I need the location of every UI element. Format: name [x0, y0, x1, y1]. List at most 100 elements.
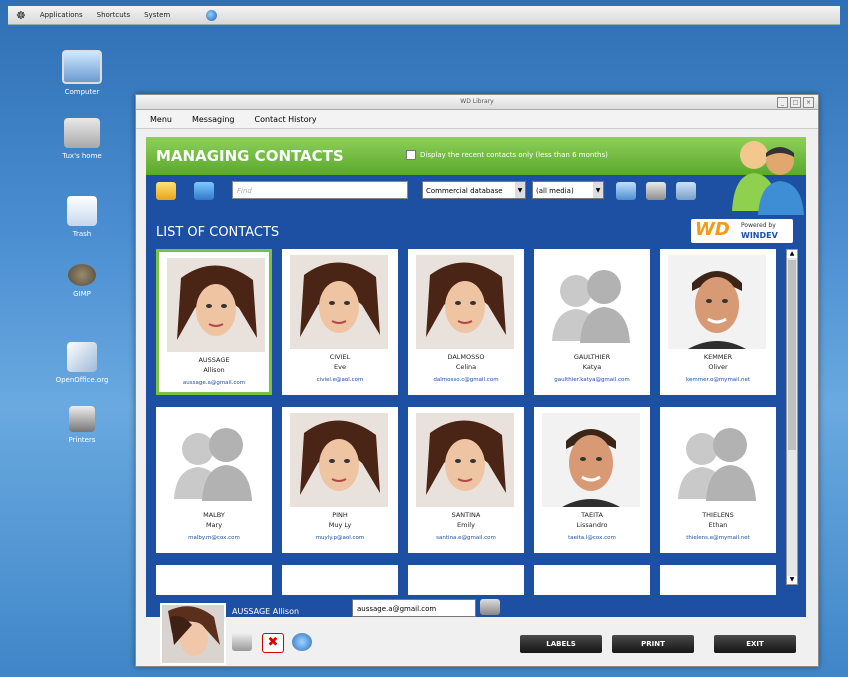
desktop-icon-openoffice[interactable]: OpenOffice.org [52, 342, 112, 384]
checkbox-box[interactable] [406, 150, 416, 160]
toolbar: Find Commercial database ▼ (all media) ▼ [146, 177, 806, 207]
contact-first-name: Eve [334, 363, 346, 371]
contact-card[interactable]: PINH Muy Ly muyly.p@aol.com [282, 407, 398, 553]
main-panel: MANAGING CONTACTS Display the recent con… [146, 137, 806, 617]
contact-card-partial[interactable] [408, 565, 524, 595]
contact-first-name: Emily [457, 521, 475, 529]
contact-card-partial[interactable] [282, 565, 398, 595]
contact-card[interactable]: THIELENS Ethan thielens.e@mymail.net [660, 407, 776, 553]
printer-icon [69, 406, 95, 432]
contact-email[interactable]: santina.e@gmail.com [408, 535, 524, 541]
media-select[interactable]: (all media) ▼ [532, 181, 604, 199]
minimize-icon[interactable]: _ [777, 97, 788, 108]
contact-first-name: Allison [203, 366, 225, 374]
menu-contact-history[interactable]: Contact History [254, 115, 316, 124]
contact-photo [290, 413, 388, 507]
home-folder-icon [64, 118, 100, 148]
contact-last-name: THIELENS [702, 511, 734, 519]
contacts-export-icon[interactable] [676, 182, 696, 200]
delete-contact-icon[interactable]: ✖ [262, 633, 284, 653]
scroll-up-icon[interactable]: ▲ [787, 250, 797, 258]
list-title: LIST OF CONTACTS [156, 225, 280, 240]
contact-email[interactable]: dalmosso.c@gmail.com [408, 377, 524, 383]
contact-card-partial[interactable] [156, 565, 272, 595]
contact-last-name: AUSSAGE [198, 356, 230, 364]
contact-photo [668, 255, 766, 349]
contact-photo [542, 413, 640, 507]
scroll-down-icon[interactable]: ▼ [787, 576, 797, 584]
web-link-icon[interactable] [292, 633, 312, 651]
menu-menu[interactable]: Menu [150, 115, 172, 124]
selected-contact-photo [160, 603, 226, 665]
send-email-icon[interactable] [480, 599, 500, 615]
menu-shortcuts[interactable]: Shortcuts [97, 11, 130, 19]
contact-email[interactable]: kemmer.o@mymail.net [660, 377, 776, 383]
contact-card[interactable]: AUSSAGE Allison aussage.a@gmail.com [156, 249, 272, 395]
vertical-scrollbar[interactable]: ▲ ▼ [786, 249, 798, 585]
contact-card-partial[interactable] [660, 565, 776, 595]
contact-photo [290, 255, 388, 349]
contact-email[interactable]: civiel.e@aol.com [282, 377, 398, 383]
exit-button[interactable]: EXIT [714, 635, 796, 653]
contact-card[interactable]: CIVIEL Eve civiel.e@aol.com [282, 249, 398, 395]
contact-email[interactable]: malby.m@cox.com [156, 535, 272, 541]
contact-card[interactable]: TAEITA Lissandro taeita.l@cox.com [534, 407, 650, 553]
close-icon[interactable]: × [803, 97, 814, 108]
window-title: WD Library [460, 98, 494, 105]
desktop-icon-gimp[interactable]: GIMP [52, 264, 112, 298]
menu-system[interactable]: System [144, 11, 170, 19]
contact-grid: AUSSAGE Allison aussage.a@gmail.com CIVIEL E… [156, 249, 776, 609]
desktop-icon-computer[interactable]: Computer [52, 50, 112, 96]
desktop-icon-printers[interactable]: Printers [52, 406, 112, 444]
contact-last-name: DALMOSSO [447, 353, 485, 361]
labels-button[interactable]: LABELS [520, 635, 602, 653]
contact-photo [164, 413, 262, 507]
contact-card[interactable]: DALMOSSO Celina dalmosso.c@gmail.com [408, 249, 524, 395]
new-contact-icon[interactable] [156, 182, 176, 200]
contact-photo [668, 413, 766, 507]
contact-last-name: CIVIEL [329, 353, 351, 361]
edit-contact-icon[interactable] [232, 633, 252, 651]
contact-email[interactable]: muyly.p@aol.com [282, 535, 398, 541]
contact-last-name: GAULTHIER [573, 353, 611, 361]
email-icon[interactable] [616, 182, 636, 200]
contact-photo [167, 258, 265, 352]
contact-card[interactable]: KEMMER Oliver kemmer.o@mymail.net [660, 249, 776, 395]
desktop-icon-home[interactable]: Tux's home [52, 118, 112, 160]
contact-card[interactable]: GAULTHIER Katya gaulthier.katya@gmail.com [534, 249, 650, 395]
contact-first-name: Muy Ly [328, 521, 352, 529]
contact-group-icon[interactable] [194, 182, 214, 200]
contact-email[interactable]: taeita.l@cox.com [534, 535, 650, 541]
menu-applications[interactable]: Applications [40, 11, 83, 19]
contact-first-name: Celina [455, 363, 477, 371]
print-button[interactable]: PRINT [612, 635, 694, 653]
contact-first-name: Mary [205, 521, 223, 529]
gimp-icon [68, 264, 96, 286]
contact-last-name: TAEITA [581, 511, 603, 519]
fax-icon[interactable] [646, 182, 666, 200]
gnome-foot-icon[interactable]: ☸ [16, 9, 26, 22]
scroll-thumb[interactable] [788, 260, 796, 450]
find-input[interactable]: Find [232, 181, 408, 199]
selected-email-field[interactable]: aussage.a@gmail.com [352, 599, 476, 617]
maximize-icon[interactable]: □ [790, 97, 801, 108]
menu-messaging[interactable]: Messaging [192, 115, 235, 124]
contact-last-name: KEMMER [703, 353, 733, 361]
contact-photo [542, 255, 640, 349]
contact-photo [416, 255, 514, 349]
contact-card[interactable]: MALBY Mary malby.m@cox.com [156, 407, 272, 553]
contact-last-name: PINH [332, 511, 348, 519]
contact-email[interactable]: thielens.e@mymail.net [660, 535, 776, 541]
windev-logo[interactable]: WD Powered by WINDEV [691, 219, 793, 243]
contact-card-partial[interactable] [534, 565, 650, 595]
contact-email[interactable]: aussage.a@gmail.com [159, 380, 269, 386]
desktop-icon-trash[interactable]: Trash [52, 196, 112, 238]
contact-email[interactable]: gaulthier.katya@gmail.com [534, 377, 650, 383]
recent-contacts-checkbox[interactable]: Display the recent contacts only (less t… [406, 150, 608, 160]
selected-contact-name: AUSSAGE Allison [232, 607, 300, 616]
contact-card[interactable]: SANTINA Emily santina.e@gmail.com [408, 407, 524, 553]
web-browser-icon[interactable] [206, 9, 218, 21]
window-titlebar[interactable]: WD Library _ □ × [136, 95, 818, 110]
contact-photo [416, 413, 514, 507]
database-select[interactable]: Commercial database ▼ [422, 181, 526, 199]
